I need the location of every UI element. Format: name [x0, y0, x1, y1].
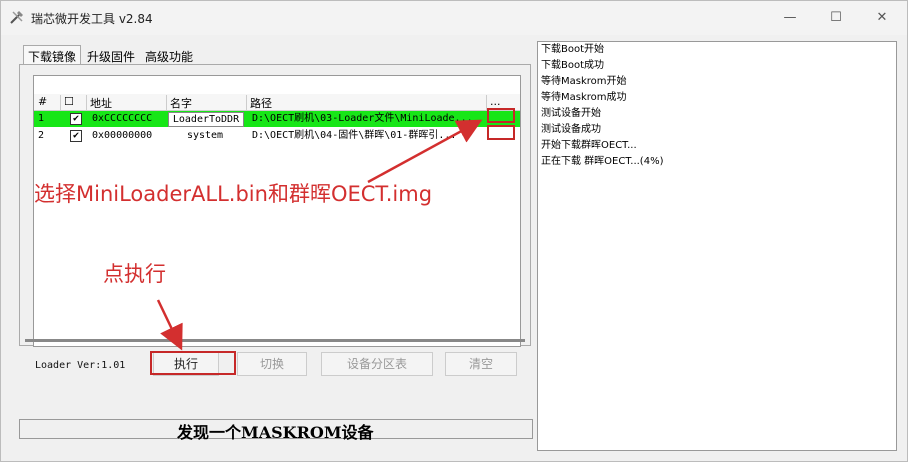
minimize-button[interactable]: —	[767, 5, 813, 31]
row-name[interactable]: system	[168, 129, 242, 142]
status-text: 发现一个MASKROM设备	[177, 423, 374, 442]
row-address[interactable]: 0x00000000	[92, 128, 164, 144]
annotation-click-run: 点执行	[103, 262, 166, 286]
header-address: 地址	[86, 95, 167, 110]
log-line: 开始下载群晖OECT...	[541, 140, 637, 151]
log-line: 下载Boot成功	[541, 60, 605, 71]
row-checkbox[interactable]: ✔	[70, 113, 82, 125]
log-line: 下载Boot开始	[541, 44, 605, 55]
row-address[interactable]: 0xCCCCCCCC	[92, 111, 164, 127]
row-name[interactable]: LoaderToDDR	[168, 112, 244, 127]
row-index: 2	[38, 130, 45, 141]
row-path[interactable]: D:\OECT刷机\03-Loader文件\MiniLoade...	[252, 111, 478, 127]
log-line: 测试设备成功	[541, 124, 601, 135]
partition-table: # ☐ 地址 名字 路径 ... 1 ✔ 0xCCCCCCCC LoaderTo…	[33, 75, 521, 347]
header-check[interactable]: ☐	[60, 95, 87, 110]
log-panel[interactable]: 下载Boot开始 下载Boot成功 等待Maskrom开始 等待Maskrom成…	[537, 41, 897, 451]
header-name: 名字	[166, 95, 247, 110]
maximize-button[interactable]: ☐	[813, 5, 859, 31]
table-row[interactable]: 2 ✔ 0x00000000 system D:\OECT刷机\04-固件\群晖…	[34, 128, 520, 144]
highlight-box-run	[150, 351, 236, 375]
row-path[interactable]: D:\OECT刷机\04-固件\群晖\01-群晖引...	[252, 128, 478, 144]
header-path: 路径	[246, 95, 487, 110]
loader-version: Loader Ver:1.01	[35, 360, 126, 371]
row-checkbox[interactable]: ✔	[70, 130, 82, 142]
highlight-box-browse-2	[487, 125, 515, 140]
title-bar: 瑞芯微开发工具 v2.84 — ☐ ✕	[1, 1, 907, 35]
app-window: 瑞芯微开发工具 v2.84 — ☐ ✕ 下载镜像 升级固件 高级功能 # ☐ 地址 …	[0, 0, 908, 462]
log-line: 测试设备开始	[541, 108, 601, 119]
row-index: 1	[38, 113, 45, 124]
tab-bar: 下载镜像 升级固件 高级功能	[23, 45, 199, 67]
partition-table-button[interactable]: 设备分区表	[321, 352, 433, 376]
window-title: 瑞芯微开发工具 v2.84	[31, 12, 153, 26]
log-line: 正在下载 群晖OECT...(4%)	[541, 156, 664, 167]
table-row[interactable]: 1 ✔ 0xCCCCCCCC LoaderToDDR D:\OECT刷机\03-…	[34, 111, 520, 127]
table-header: # ☐ 地址 名字 路径 ...	[34, 94, 520, 111]
highlight-box-browse-1	[487, 108, 515, 123]
header-index: #	[34, 95, 61, 110]
log-line: 等待Maskrom成功	[541, 92, 627, 103]
annotation-select-files: 选择MiniLoaderALL.bin和群晖OECT.img	[34, 182, 433, 206]
close-button[interactable]: ✕	[859, 5, 905, 31]
horizontal-scrollbar[interactable]	[25, 339, 525, 342]
log-line: 等待Maskrom开始	[541, 76, 627, 87]
tools-icon	[10, 11, 23, 24]
clear-button[interactable]: 清空	[445, 352, 517, 376]
switch-button[interactable]: 切换	[237, 352, 307, 376]
